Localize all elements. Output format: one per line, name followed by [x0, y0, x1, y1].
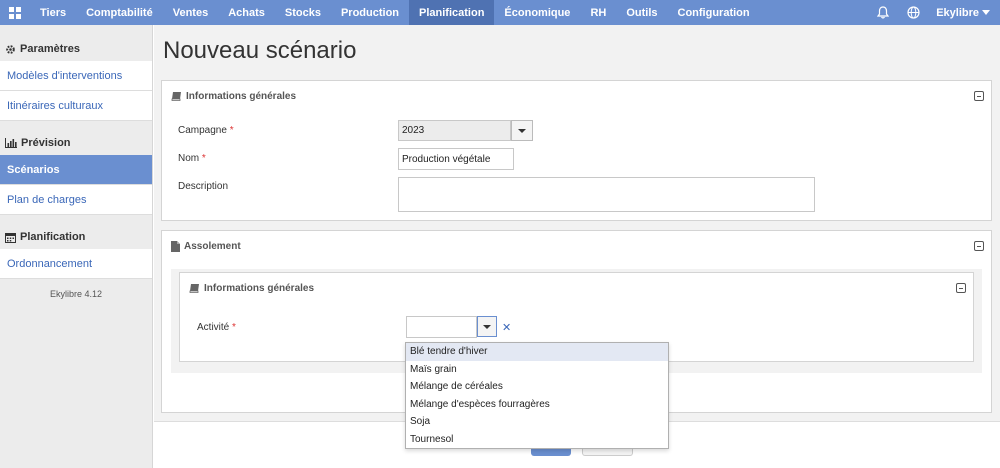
nav-stocks[interactable]: Stocks	[275, 0, 331, 25]
collapse-icon[interactable]	[956, 283, 966, 293]
gear-icon	[6, 44, 15, 54]
nom-input[interactable]: Production végétale	[398, 148, 514, 170]
panel-title: Informations générales	[204, 282, 315, 294]
sidebar-section-parametres: Paramètres	[0, 37, 152, 61]
campagne-dropdown-button[interactable]	[511, 120, 533, 141]
dropdown-option[interactable]: Blé tendre d'hiver	[406, 343, 668, 361]
sidebar-item-scenarios[interactable]: Scénarios	[0, 155, 152, 185]
activite-dropdown-button[interactable]	[477, 316, 497, 337]
activite-dropdown-list: Blé tendre d'hiver Maïs grain Mélange de…	[405, 342, 669, 449]
collapse-icon[interactable]	[974, 91, 984, 101]
description-textarea[interactable]	[398, 177, 815, 212]
nav-production[interactable]: Production	[331, 0, 409, 25]
nav-tiers[interactable]: Tiers	[30, 0, 76, 25]
panel-header: Informations générales	[180, 273, 973, 303]
description-label: Description	[178, 181, 229, 192]
book-icon	[171, 92, 181, 101]
sidebar-item-modeles-interventions[interactable]: Modèles d'interventions	[0, 61, 152, 91]
activite-select[interactable]	[406, 316, 477, 338]
document-icon	[171, 240, 180, 252]
book-icon	[189, 284, 199, 293]
dropdown-option[interactable]: Tournesol	[406, 431, 668, 449]
notifications-button[interactable]	[868, 0, 898, 25]
general-info-panel: Informations générales Campagne * 2023 N…	[161, 80, 992, 221]
language-button[interactable]	[898, 0, 928, 25]
page-title: Nouveau scénario	[163, 37, 357, 64]
nav-planification[interactable]: Planification	[409, 0, 495, 25]
nav-outils[interactable]: Outils	[616, 0, 667, 25]
nom-label: Nom *	[178, 153, 206, 164]
sidebar-section-title: Prévision	[21, 137, 71, 149]
clear-icon[interactable]: ✕	[502, 321, 511, 334]
nav-comptabilite[interactable]: Comptabilité	[76, 0, 163, 25]
globe-icon	[907, 6, 920, 19]
dropdown-option[interactable]: Maïs grain	[406, 361, 668, 379]
nav-configuration[interactable]: Configuration	[668, 0, 760, 25]
nav-achats[interactable]: Achats	[218, 0, 275, 25]
calendar-icon	[5, 232, 16, 243]
grid-icon	[9, 6, 21, 19]
sidebar-section-planification: Planification	[0, 225, 152, 249]
caret-down-icon	[518, 128, 526, 133]
sidebar-item-ordonnancement[interactable]: Ordonnancement	[0, 249, 152, 279]
panel-title: Assolement	[184, 240, 241, 252]
campagne-label: Campagne *	[178, 125, 234, 136]
sidebar-section-title: Paramètres	[20, 43, 80, 55]
required-mark: *	[232, 322, 236, 333]
bar-chart-icon	[5, 138, 17, 148]
nav-rh[interactable]: RH	[580, 0, 616, 25]
user-menu[interactable]: Ekylibre	[928, 7, 1000, 19]
top-navbar: Tiers Comptabilité Ventes Achats Stocks …	[0, 0, 1000, 25]
panel-title: Informations générales	[186, 90, 297, 102]
home-button[interactable]	[0, 0, 30, 25]
dropdown-option[interactable]: Soja	[406, 413, 668, 431]
sidebar-item-itineraires-culturaux[interactable]: Itinéraires culturaux	[0, 91, 152, 121]
app-version: Ekylibre 4.12	[49, 289, 103, 299]
chevron-down-icon	[982, 10, 990, 15]
sidebar-item-plan-de-charges[interactable]: Plan de charges	[0, 185, 152, 215]
caret-down-icon	[483, 324, 491, 329]
required-mark: *	[229, 125, 234, 136]
nav-economique[interactable]: Économique	[494, 0, 580, 25]
campagne-select[interactable]: 2023	[398, 120, 511, 141]
nav-ventes[interactable]: Ventes	[163, 0, 218, 25]
bell-icon	[877, 6, 890, 19]
panel-header: Assolement	[162, 231, 991, 261]
panel-header: Informations générales	[162, 81, 991, 111]
required-mark: *	[201, 153, 206, 164]
user-name: Ekylibre	[936, 6, 979, 19]
sidebar-section-title: Planification	[20, 231, 86, 243]
collapse-icon[interactable]	[974, 241, 984, 251]
sidebar: Paramètres Modèles d'interventions Itiné…	[0, 25, 153, 468]
dropdown-option[interactable]: Mélange de céréales	[406, 378, 668, 396]
dropdown-option[interactable]: Mélange d'espèces fourragères	[406, 396, 668, 414]
activite-label: Activité *	[197, 322, 236, 333]
sidebar-section-prevision: Prévision	[0, 131, 152, 155]
